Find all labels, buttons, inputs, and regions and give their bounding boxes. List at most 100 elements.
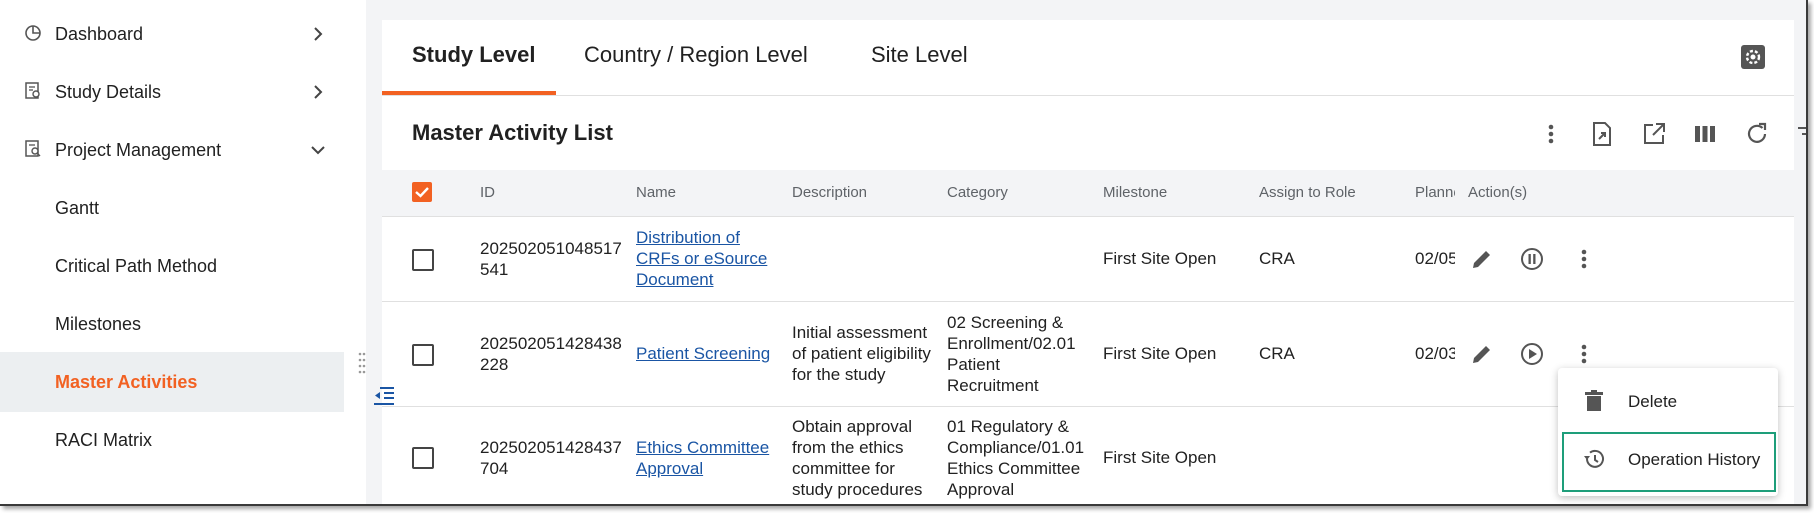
cell-category: 01 Regulatory & Compliance/01.01 Ethics … xyxy=(947,416,1084,500)
column-header-category[interactable]: Category xyxy=(947,184,1008,201)
menu-item-delete[interactable]: Delete xyxy=(1558,374,1778,430)
settings-icon[interactable] xyxy=(1740,44,1766,70)
cell-line: committee for xyxy=(792,459,895,478)
sidebar-item-study-details[interactable]: Study Details xyxy=(0,62,344,122)
app-frame: Dashboard Study Details Project Manageme… xyxy=(0,0,1808,506)
sidebar-item-label: Dashboard xyxy=(55,23,144,44)
collapse-sidebar-icon[interactable] xyxy=(370,385,396,407)
cell-line: of patient eligibility xyxy=(792,344,931,363)
cell-line: Obtain approval xyxy=(792,417,913,436)
column-header-id[interactable]: ID xyxy=(480,184,495,201)
cell-line: Initial assessment xyxy=(792,323,928,342)
cell-planned: 02/05 xyxy=(1415,249,1455,268)
active-tab-indicator xyxy=(382,91,556,95)
cell-line: CRFs or eSource xyxy=(636,249,768,268)
select-all-checkbox[interactable] xyxy=(412,182,432,202)
cell-line: from the ethics xyxy=(792,438,904,457)
cell-line: Enrollment/02.01 xyxy=(947,334,1076,353)
list-title: Master Activity List xyxy=(412,120,613,145)
column-header-name[interactable]: Name xyxy=(636,184,676,201)
more-vertical-icon[interactable] xyxy=(1537,120,1565,148)
pie-chart-icon xyxy=(25,25,41,41)
sidebar-subitem-critical-path-method[interactable]: Critical Path Method xyxy=(0,236,344,296)
cell-category: 02 Screening & Enrollment/02.01 Patient … xyxy=(947,312,1076,396)
trash-icon xyxy=(1585,390,1603,411)
sidebar-item-dashboard[interactable]: Dashboard xyxy=(0,4,344,64)
row-checkbox[interactable] xyxy=(412,249,434,271)
column-header-milestone[interactable]: Milestone xyxy=(1103,184,1167,201)
sidebar-subitem-raci-matrix[interactable]: RACI Matrix xyxy=(0,410,344,470)
more-vertical-icon[interactable] xyxy=(1570,245,1598,273)
activity-name-link[interactable]: Ethics Committee Approval xyxy=(636,437,769,479)
tab-country-region-level[interactable]: Country / Region Level xyxy=(584,42,808,68)
columns-icon[interactable] xyxy=(1691,120,1719,148)
sidebar-subitem-master-activities[interactable]: Master Activities xyxy=(0,352,344,412)
sidebar-item-project-management[interactable]: Project Management xyxy=(0,120,344,180)
pause-icon[interactable] xyxy=(1518,245,1546,273)
cell-description: Initial assessment of patient eligibilit… xyxy=(792,322,931,385)
more-vertical-icon[interactable] xyxy=(1570,340,1598,368)
row-checkbox[interactable] xyxy=(412,344,434,366)
cell-milestone: First Site Open xyxy=(1103,249,1217,268)
activity-name-link[interactable]: Patient Screening xyxy=(636,343,770,364)
sidebar-item-label: RACI Matrix xyxy=(55,429,153,450)
cell-id: 202502051428437 704 xyxy=(480,437,622,479)
cell-line: Recruitment xyxy=(947,376,1039,395)
chevron-right-icon xyxy=(314,27,323,41)
cell-line: Approval xyxy=(636,459,704,478)
cell-line: for the study xyxy=(792,365,886,384)
menu-item-operation-history[interactable]: Operation History xyxy=(1562,432,1776,492)
column-header-actions: Action(s) xyxy=(1468,184,1528,201)
sidebar-subitem-gantt[interactable]: Gantt xyxy=(0,178,344,238)
sidebar-item-label: Critical Path Method xyxy=(55,255,218,276)
sidebar-item-label: Study Details xyxy=(55,81,162,102)
cell-planned: 02/03 xyxy=(1415,344,1455,363)
cell-id: 202502051048517 541 xyxy=(480,238,622,280)
cell-line: 202502051428438 xyxy=(480,334,622,353)
open-external-icon[interactable] xyxy=(1640,120,1668,148)
export-file-icon[interactable] xyxy=(1588,120,1616,148)
cell-line: Patient xyxy=(947,355,1000,374)
column-header-planned[interactable]: Planne xyxy=(1415,184,1455,201)
tab-site-level[interactable]: Site Level xyxy=(871,42,968,68)
cell-line: 704 xyxy=(480,459,509,478)
edit-icon[interactable] xyxy=(1468,245,1496,273)
sidebar-item-label: Milestones xyxy=(55,313,142,334)
play-icon[interactable] xyxy=(1518,340,1546,368)
sidebar-subitem-milestones[interactable]: Milestones xyxy=(0,294,344,354)
sidebar: Dashboard Study Details Project Manageme… xyxy=(0,0,344,504)
refresh-icon[interactable] xyxy=(1743,120,1771,148)
row-checkbox[interactable] xyxy=(412,447,434,469)
document-search-icon xyxy=(25,140,41,157)
cell-line: 202502051048517 xyxy=(480,239,622,258)
chevron-down-icon xyxy=(311,146,325,155)
column-header-description[interactable]: Description xyxy=(792,184,867,201)
menu-item-label: Operation History xyxy=(1628,450,1761,469)
table-header: ID Name Description Category Milestone A… xyxy=(382,170,1794,217)
cell-milestone: First Site Open xyxy=(1103,448,1217,467)
cell-role: CRA xyxy=(1259,344,1295,363)
cell-line: Approval xyxy=(947,480,1015,499)
sidebar-item-label: Master Activities xyxy=(55,371,198,392)
table-row: 202502051048517 541 Distribution of CRFs… xyxy=(382,217,1794,302)
tab-bar: Study Level Country / Region Level Site … xyxy=(382,20,1794,96)
document-search-icon xyxy=(25,82,40,99)
cell-line: Ethics Committee xyxy=(947,459,1081,478)
cell-line: Compliance/01.01 xyxy=(947,438,1085,457)
column-header-assign-to-role[interactable]: Assign to Role xyxy=(1259,184,1356,201)
cell-line: 541 xyxy=(480,260,509,279)
cell-line: Ethics Committee xyxy=(636,438,770,457)
tab-study-level[interactable]: Study Level xyxy=(412,42,535,68)
filter-icon[interactable] xyxy=(1794,120,1808,148)
edit-icon[interactable] xyxy=(1468,340,1496,368)
cell-line: 01 Regulatory & xyxy=(947,417,1069,436)
sidebar-item-label: Gantt xyxy=(55,197,100,218)
chevron-right-icon xyxy=(314,85,323,99)
cell-line: Document xyxy=(636,270,714,289)
cell-description: Obtain approval from the ethics committe… xyxy=(792,416,922,500)
cell-line: Patient Screening xyxy=(636,344,771,363)
cell-role: CRA xyxy=(1259,249,1295,268)
row-action-menu: Delete Operation History xyxy=(1558,368,1778,496)
activity-name-link[interactable]: Distribution of CRFs or eSource Document xyxy=(636,227,767,290)
checkmark-icon xyxy=(415,187,429,198)
